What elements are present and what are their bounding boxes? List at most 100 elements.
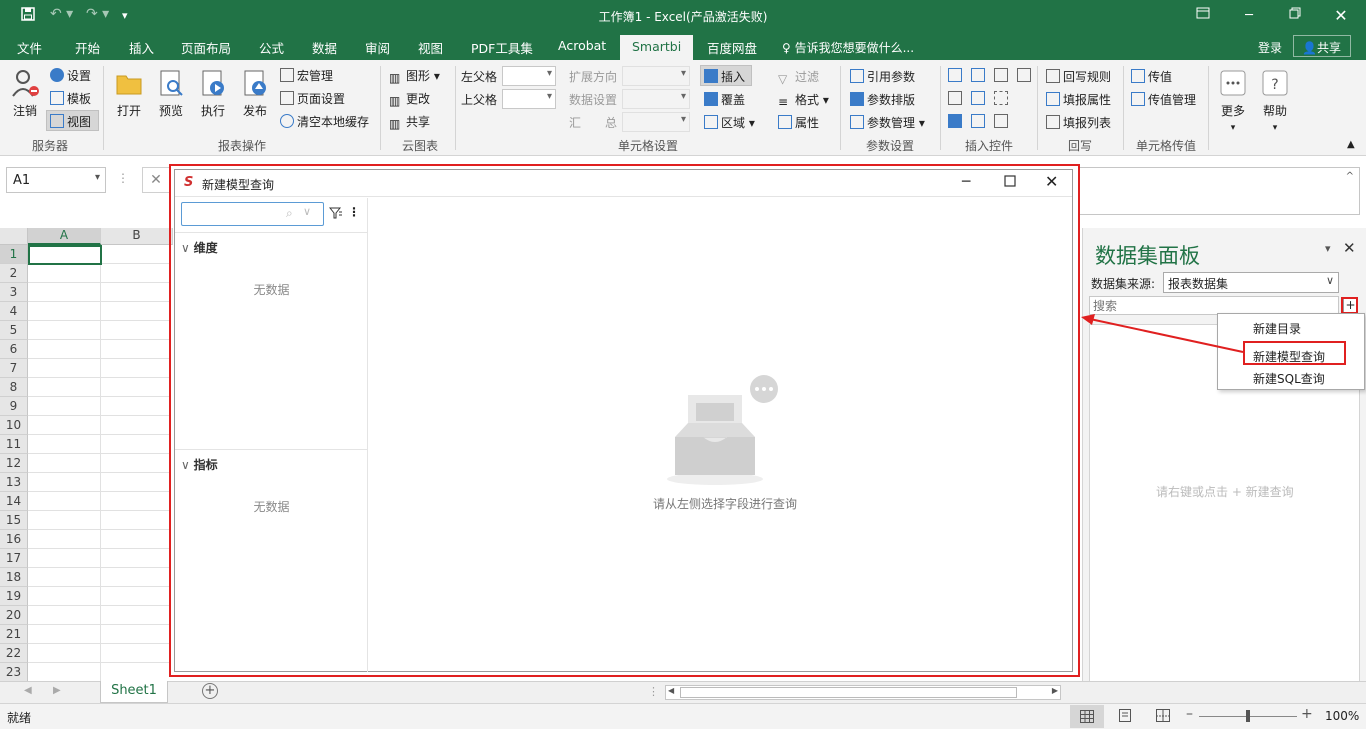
horizontal-scroll-thumb[interactable]	[680, 687, 1017, 698]
tab-view[interactable]: 视图	[418, 38, 443, 57]
dialog-close-button[interactable]: ✕	[1045, 172, 1058, 191]
top-parent-select[interactable]	[502, 89, 556, 109]
share-chart-button[interactable]: ▥ 共享	[389, 113, 430, 131]
normal-view-button[interactable]	[1070, 705, 1104, 728]
grid-control-icon[interactable]	[1017, 68, 1031, 82]
help-button[interactable]: ? 帮助 ▾	[1254, 68, 1296, 133]
attribute-button[interactable]: 属性	[778, 114, 819, 131]
tab-formulas[interactable]: 公式	[259, 38, 284, 57]
format-button[interactable]: ≡ 格式 ▾	[778, 91, 829, 109]
tab-page-layout[interactable]: 页面布局	[181, 38, 231, 57]
page-setup-button[interactable]: 页面设置	[280, 90, 345, 107]
panel-close-button[interactable]: ✕	[1343, 239, 1356, 257]
zoom-level[interactable]: 100%	[1325, 709, 1359, 723]
param-management-button[interactable]: 参数管理 ▾	[850, 114, 925, 131]
tab-insert[interactable]: 插入	[129, 38, 154, 57]
row-header[interactable]: 9	[0, 397, 28, 416]
tab-home[interactable]: 开始	[75, 38, 100, 57]
row-header[interactable]: 11	[0, 435, 28, 454]
region-button[interactable]: 区域 ▾	[704, 114, 755, 131]
row-header[interactable]: 8	[0, 378, 28, 397]
row-header[interactable]: 7	[0, 359, 28, 378]
row-header[interactable]: 13	[0, 473, 28, 492]
login-link[interactable]: 登录	[1258, 39, 1282, 56]
menu-item-new-folder[interactable]: 新建目录	[1253, 320, 1301, 337]
tab-acrobat[interactable]: Acrobat	[558, 38, 606, 53]
view-button[interactable]: 视图	[50, 113, 91, 130]
page-break-view-icon[interactable]	[1156, 709, 1170, 725]
filter-button[interactable]: ▽ 过滤	[778, 68, 819, 86]
row-header[interactable]: 5	[0, 321, 28, 340]
tab-smartbi[interactable]: Smartbi	[620, 35, 694, 60]
tab-pdf-tools[interactable]: PDF工具集	[471, 38, 533, 57]
summary-select[interactable]	[622, 112, 690, 132]
ribbon-display-options-icon[interactable]	[1180, 4, 1226, 28]
row-header[interactable]: 14	[0, 492, 28, 511]
rich-text-control-icon[interactable]	[994, 114, 1008, 128]
area-control-icon[interactable]	[994, 91, 1008, 105]
zoom-slider-thumb[interactable]	[1246, 710, 1250, 722]
ref-param-button[interactable]: 引用参数	[850, 68, 915, 85]
column-header-b[interactable]: B	[101, 228, 173, 245]
tab-data[interactable]: 数据	[312, 38, 337, 57]
dialog-maximize-button[interactable]	[1004, 175, 1016, 190]
edit-control-icon[interactable]	[971, 114, 985, 128]
zoom-out-button[interactable]: –	[1186, 706, 1193, 722]
clear-cache-button[interactable]: 清空本地缓存	[280, 113, 369, 130]
dimension-section-header[interactable]: ∨ 维度	[181, 239, 218, 256]
close-button[interactable]: ✕	[1318, 4, 1364, 28]
scroll-split-handle[interactable]: ⋮	[648, 685, 659, 698]
column-header-a[interactable]: A	[28, 228, 101, 245]
page-layout-view-icon[interactable]	[1118, 709, 1132, 725]
tell-me-search[interactable]: ♀ 告诉我您想要做什么...	[782, 39, 914, 56]
pass-value-management-button[interactable]: 传值管理	[1131, 91, 1196, 108]
execute-button[interactable]: 执行	[192, 68, 234, 119]
menu-item-new-sql-query[interactable]: 新建SQL查询	[1253, 370, 1325, 387]
more-button[interactable]: 更多 ▾	[1212, 68, 1254, 133]
row-header[interactable]: 23	[0, 663, 28, 682]
row-header[interactable]: 10	[0, 416, 28, 435]
field-search-input[interactable]: ⌕ ∨	[181, 202, 324, 226]
publish-button[interactable]: 发布	[234, 68, 276, 119]
tab-review[interactable]: 审阅	[365, 38, 390, 57]
chart-button[interactable]: ▥ 图形 ▾	[389, 67, 440, 85]
row-header[interactable]: 17	[0, 549, 28, 568]
minimize-button[interactable]: ─	[1226, 4, 1272, 28]
image-control-icon[interactable]	[971, 91, 985, 105]
filter-fields-icon[interactable]	[328, 206, 343, 223]
left-parent-select[interactable]	[502, 66, 556, 86]
row-header[interactable]: 16	[0, 530, 28, 549]
scroll-left-icon[interactable]: ◀	[668, 686, 674, 695]
cell-grid[interactable]	[28, 245, 170, 682]
sheet-tab-sheet1[interactable]: Sheet1	[100, 681, 168, 703]
dialog-minimize-button[interactable]: ─	[962, 174, 970, 190]
collapse-ribbon-icon[interactable]: ▲	[1347, 139, 1355, 150]
add-sheet-icon[interactable]: +	[202, 683, 218, 699]
row-header[interactable]: 1	[0, 245, 28, 264]
fill-attribute-button[interactable]: 填报属性	[1046, 91, 1111, 108]
open-button[interactable]: 打开	[108, 68, 150, 119]
next-sheet-icon[interactable]: ▶	[53, 685, 61, 696]
param-layout-button[interactable]: 参数排版	[850, 91, 915, 108]
row-header[interactable]: 21	[0, 625, 28, 644]
expand-direction-select[interactable]	[622, 66, 690, 86]
panel-options-icon[interactable]: ▾	[1325, 242, 1331, 255]
collapse-formula-bar-icon[interactable]: ^	[1346, 171, 1354, 182]
row-header[interactable]: 19	[0, 587, 28, 606]
tab-file[interactable]: 文件	[17, 38, 42, 57]
formula-input[interactable]: ^	[1078, 167, 1360, 215]
dataset-source-select[interactable]: 报表数据集 ∨	[1163, 272, 1339, 293]
prev-sheet-icon[interactable]: ◀	[24, 685, 32, 696]
checkbox-control-icon[interactable]	[948, 114, 962, 128]
fill-list-button[interactable]: 填报列表	[1046, 114, 1111, 131]
tab-baidu-netdisk[interactable]: 百度网盘	[707, 38, 757, 57]
name-box[interactable]: A1	[6, 167, 106, 193]
measure-section-header[interactable]: ∨ 指标	[181, 456, 218, 473]
row-header[interactable]: 3	[0, 283, 28, 302]
writeback-rule-button[interactable]: 回写规则	[1046, 68, 1111, 85]
select-all-corner[interactable]	[0, 228, 28, 245]
logout-button[interactable]: 注销	[4, 68, 46, 119]
share-button[interactable]: 👤共享	[1293, 35, 1351, 57]
settings-button[interactable]: 设置	[50, 67, 91, 84]
macro-management-button[interactable]: 宏管理	[280, 67, 333, 84]
